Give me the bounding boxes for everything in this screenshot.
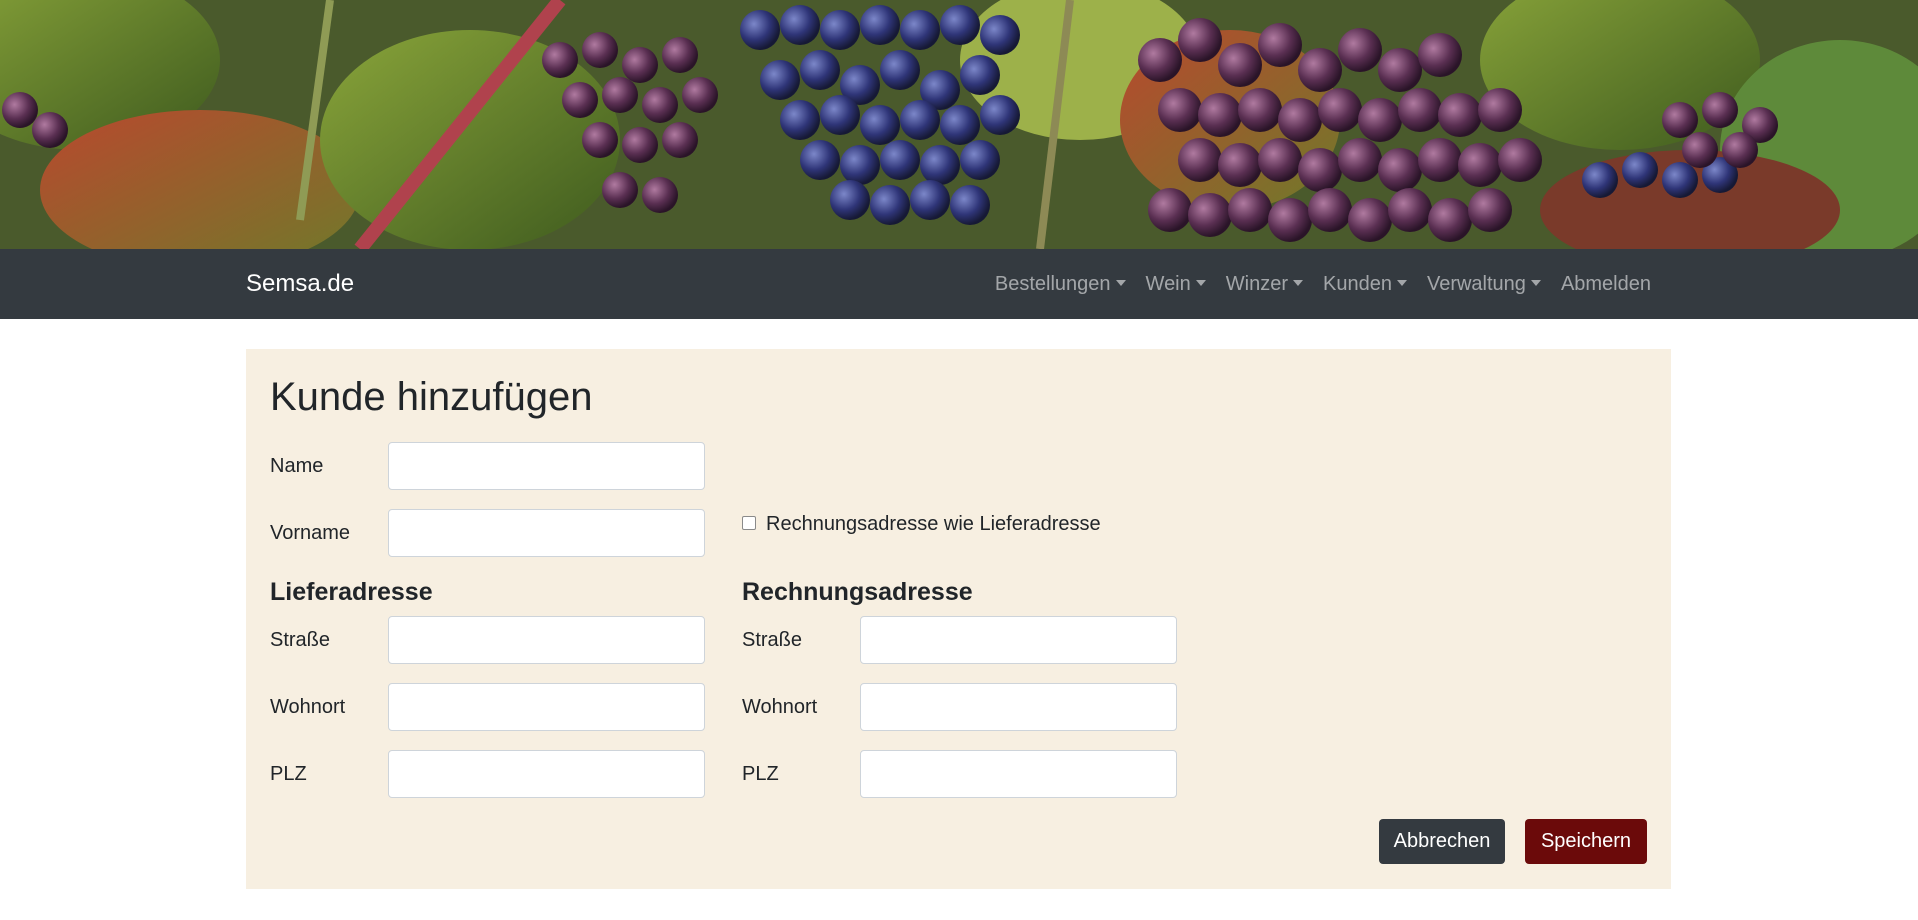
nav-item-label: Wein bbox=[1145, 272, 1191, 295]
same-address-checkbox[interactable] bbox=[742, 515, 756, 530]
billing-zip-input[interactable] bbox=[860, 750, 1177, 798]
name-label: Name bbox=[270, 455, 324, 477]
delivery-city-input[interactable] bbox=[388, 683, 705, 731]
caret-down-icon bbox=[1396, 280, 1407, 286]
billing-address-heading: Rechnungsadresse bbox=[742, 578, 973, 606]
vorname-input[interactable] bbox=[388, 509, 705, 557]
grapes-illustration bbox=[0, 0, 1918, 249]
billing-city-input[interactable] bbox=[860, 683, 1177, 731]
page-title: Kunde hinzufügen bbox=[270, 375, 593, 419]
caret-down-icon bbox=[1530, 280, 1541, 286]
delivery-street-label: Straße bbox=[270, 629, 331, 651]
vorname-label: Vorname bbox=[270, 522, 351, 544]
nav-item-bestellungen[interactable]: Bestellungen bbox=[985, 249, 1136, 319]
caret-down-icon bbox=[1293, 280, 1303, 286]
delivery-city-label: Wohnort bbox=[270, 696, 346, 718]
nav-menu: Bestellungen Wein Winzer Kunden Verwaltu… bbox=[985, 249, 1661, 319]
nav-item-verwaltung[interactable]: Verwaltung bbox=[1417, 249, 1551, 319]
billing-city-label: Wohnort bbox=[742, 696, 818, 718]
delivery-zip-label: PLZ bbox=[270, 763, 307, 785]
header-banner-image bbox=[0, 0, 1918, 249]
nav-item-label: Verwaltung bbox=[1426, 272, 1526, 295]
save-button[interactable]: Speichern bbox=[1525, 819, 1647, 864]
same-address-option[interactable]: Rechnungsadresse wie Lieferadresse bbox=[742, 513, 1101, 536]
caret-down-icon bbox=[1195, 280, 1206, 286]
add-customer-card: Kunde hinzufügen Name Vorname Rechnungsa… bbox=[246, 349, 1671, 889]
delivery-street-input[interactable] bbox=[388, 616, 705, 664]
caret-down-icon bbox=[1115, 280, 1126, 286]
nav-item-label: Kunden bbox=[1323, 272, 1392, 295]
name-input[interactable] bbox=[388, 442, 705, 490]
brand-link[interactable]: Semsa.de bbox=[246, 249, 354, 319]
top-navbar: Semsa.de Bestellungen Wein Winzer Kunden… bbox=[0, 249, 1918, 319]
nav-item-label: Abmelden bbox=[1560, 272, 1651, 295]
cancel-button[interactable]: Abbrechen bbox=[1379, 819, 1505, 864]
billing-street-label: Straße bbox=[742, 629, 803, 651]
billing-zip-label: PLZ bbox=[742, 763, 779, 785]
billing-street-input[interactable] bbox=[860, 616, 1177, 664]
delivery-address-heading: Lieferadresse bbox=[270, 578, 433, 606]
delivery-zip-input[interactable] bbox=[388, 750, 705, 798]
nav-item-label: Bestellungen bbox=[994, 272, 1111, 295]
same-address-label: Rechnungsadresse wie Lieferadresse bbox=[766, 513, 1101, 535]
nav-item-winzer[interactable]: Winzer bbox=[1216, 249, 1313, 319]
nav-item-label: Winzer bbox=[1225, 272, 1288, 295]
nav-item-kunden[interactable]: Kunden bbox=[1313, 249, 1417, 319]
nav-item-abmelden[interactable]: Abmelden bbox=[1551, 249, 1661, 319]
nav-item-wein[interactable]: Wein bbox=[1136, 249, 1216, 319]
